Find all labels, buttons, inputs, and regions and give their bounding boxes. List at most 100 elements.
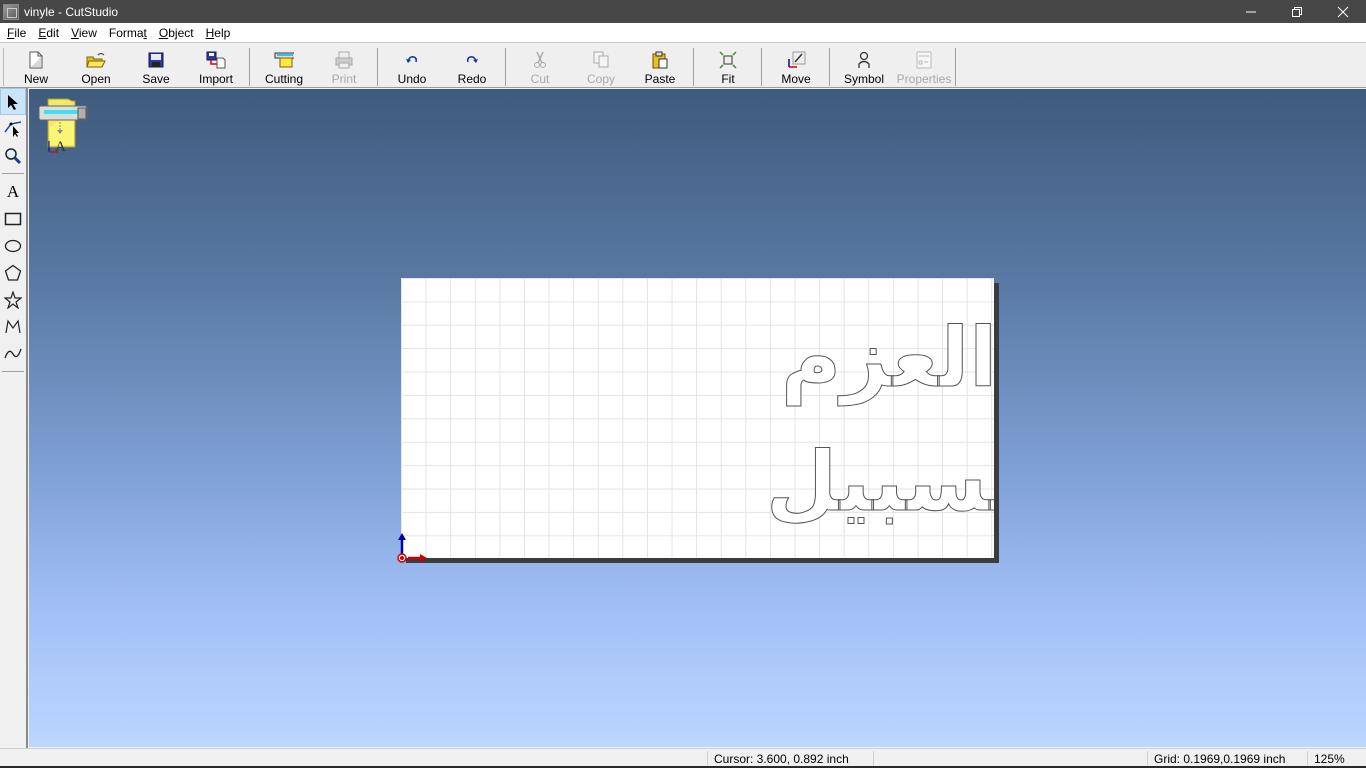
polygon-icon [4,264,22,281]
edit-points-tool[interactable] [0,115,26,142]
new-label: New [23,72,48,86]
menu-file-label: ile [14,25,27,40]
toolbar-separator [505,48,506,86]
ellipse-tool[interactable] [0,232,26,259]
paste-icon [650,50,670,70]
move-icon [786,50,806,70]
window-title: vinyle - CutStudio [24,4,119,19]
print-button[interactable]: Print [315,48,373,88]
menu-format[interactable]: Format [102,26,152,40]
title-bar: vinyle - CutStudio [0,0,1366,23]
magnifier-icon [5,147,22,164]
fit-icon [718,50,738,70]
polygon-tool[interactable] [0,259,26,286]
toolbar: New Open Save Import Cutting Print Undo … [0,44,1366,88]
vector-text-outline[interactable]: وإن صدقت العزم لوجدت السبيل [401,278,995,558]
curve-tool[interactable] [0,340,26,367]
menu-format-label: Forma [108,25,144,40]
menu-object-accel: O [158,25,169,40]
rectangle-tool[interactable] [0,205,26,232]
open-folder-icon [86,50,106,70]
canvas-area[interactable]: A وإن صدقت العزم لوجدت السبيل [29,89,1366,747]
paste-button[interactable]: Paste [631,48,689,88]
restore-button[interactable] [1274,0,1320,23]
undo-label: Undo [397,72,427,86]
redo-label: Redo [457,72,487,86]
status-message [0,751,708,767]
save-button[interactable]: Save [127,48,185,88]
minimize-icon [1246,11,1256,12]
restore-icon [1292,6,1302,17]
text-line-1[interactable]: وإن صدقت العزم [781,311,995,408]
close-icon [1337,6,1349,17]
menu-file[interactable]: File [0,26,31,40]
new-button[interactable]: New [7,48,65,88]
toolbar-grip[interactable] [3,48,5,86]
save-label: Save [142,72,170,86]
import-button[interactable]: Import [187,48,245,88]
toolbox: A [0,88,28,748]
plotter-material-icon: A [38,98,88,155]
status-empty [874,751,1148,767]
save-disk-icon [146,50,166,70]
minimize-button[interactable] [1228,0,1274,23]
undo-icon [402,50,422,70]
undo-button[interactable]: Undo [383,48,441,88]
y-axis-arrowhead [398,533,406,540]
move-button[interactable]: Move [767,48,825,88]
fit-label: Fit [721,72,735,86]
polyline-tool[interactable] [0,313,26,340]
redo-icon [462,50,482,70]
ellipse-icon [4,239,22,252]
x-axis-arrowhead [420,554,427,562]
grid-size: Grid: 0.1969,0.1969 inch [1148,751,1308,767]
rectangle-icon [4,212,22,225]
toolbox-separator [2,371,24,372]
edit-points-icon [4,120,22,137]
select-tool[interactable] [0,88,26,115]
properties-button[interactable]: Properties [895,48,953,88]
close-button[interactable] [1320,0,1366,23]
import-icon [206,50,226,70]
copy-icon [591,50,611,70]
cutting-material-icon[interactable]: A [38,97,90,155]
copy-label: Copy [586,72,615,86]
printer-icon [334,50,354,70]
symbol-button[interactable]: Symbol [835,48,893,88]
menu-bar: File Edit View Format Object Help [0,23,1366,43]
properties-icon [914,50,934,70]
redo-button[interactable]: Redo [443,48,501,88]
cut-button[interactable]: Cut [511,48,569,88]
toolbar-separator [761,48,762,86]
status-bar: Cursor: 3.600, 0.892 inch Grid: 0.1969,0… [0,748,1366,768]
text-tool[interactable]: A [0,178,26,205]
menu-object[interactable]: Object [152,26,199,40]
svg-text:A: A [55,139,66,153]
menu-help-label: elp [214,25,231,40]
polyline-icon [5,318,21,333]
zoom-level: 125% [1314,752,1345,766]
menu-edit[interactable]: Edit [31,26,64,40]
toolbar-separator [829,48,830,86]
new-document-icon [26,50,46,70]
symbol-icon [854,50,874,70]
open-label: Open [81,72,111,86]
cutting-button[interactable]: Cutting [255,48,313,88]
copy-button[interactable]: Copy [572,48,630,88]
text-line-2[interactable]: لوجدت السبيل [766,435,995,531]
star-tool[interactable] [0,286,26,313]
cutting-label: Cutting [264,72,304,86]
menu-view-label: iew [78,25,97,40]
menu-view[interactable]: View [64,26,102,40]
cursor-position: Cursor: 3.600, 0.892 inch [708,751,874,767]
print-label: Print [331,72,357,86]
move-label: Move [781,72,811,86]
open-button[interactable]: Open [67,48,125,88]
menu-help[interactable]: Help [199,26,236,40]
zoom-tool[interactable] [0,142,26,169]
fit-button[interactable]: Fit [699,48,757,88]
menu-help-accel: H [205,25,215,40]
origin-axes [397,533,427,563]
select-arrow-icon [8,94,18,110]
cutting-sheet[interactable]: وإن صدقت العزم لوجدت السبيل [401,278,994,558]
